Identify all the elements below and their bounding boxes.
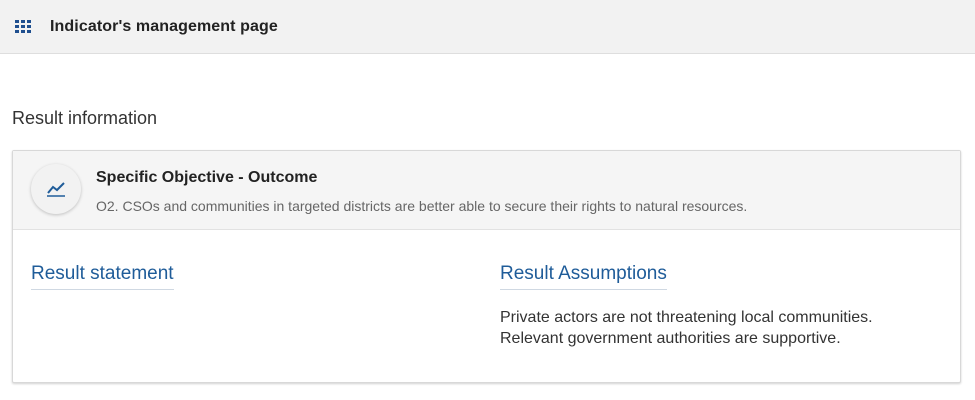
assumption-line: Private actors are not threatening local… [500, 309, 873, 326]
result-statement-heading: Result statement [31, 263, 174, 290]
objective-description: O2. CSOs and communities in targeted dis… [96, 198, 748, 214]
objective-title: Specific Objective - Outcome [96, 169, 318, 186]
section-heading: Result information [12, 108, 158, 128]
assumptions-text: Private actors are not threatening local… [500, 307, 873, 349]
grid-icon[interactable] [15, 19, 33, 34]
result-assumptions-heading: Result Assumptions [500, 263, 667, 290]
assumption-line: Relevant government authorities are supp… [500, 330, 841, 347]
top-bar: Indicator's management page [0, 0, 975, 54]
chart-line-icon [31, 164, 81, 214]
result-card: Specific Objective - Outcome O2. CSOs an… [12, 150, 961, 383]
page-title: Indicator's management page [50, 17, 278, 35]
card-header: Specific Objective - Outcome O2. CSOs an… [13, 151, 960, 230]
